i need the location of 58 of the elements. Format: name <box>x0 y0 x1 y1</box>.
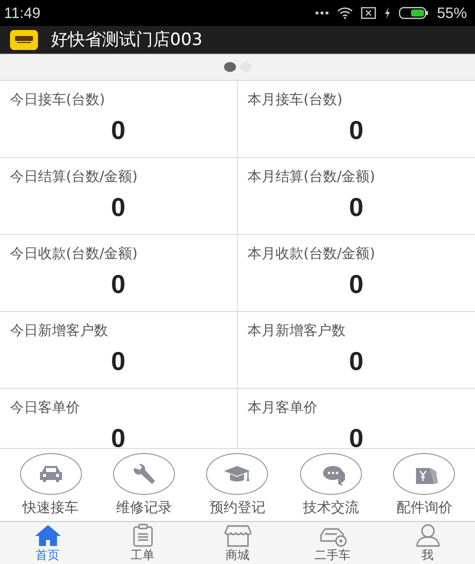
stat-value: 0 <box>348 115 364 146</box>
stat-label: 本月客单价 <box>248 399 318 417</box>
storefront-icon <box>224 522 252 546</box>
stat-label: 本月新增客户数 <box>248 322 346 340</box>
more-dots-icon <box>314 11 329 15</box>
wifi-icon <box>336 7 353 19</box>
stat-value: 0 <box>110 115 126 146</box>
tab-item[interactable]: 商城 <box>202 522 272 564</box>
shortcut-label[interactable]: 技术交流 <box>302 499 359 517</box>
shortcut-button[interactable] <box>393 453 456 495</box>
stat-value: 0 <box>110 192 126 223</box>
stat-label: 本月接车(台数) <box>248 91 344 109</box>
shortcut-button[interactable] <box>113 453 176 495</box>
person-icon <box>414 522 442 546</box>
stat-label: 今日新增客户数 <box>10 322 109 340</box>
house-icon <box>34 522 62 546</box>
shortcut-label[interactable]: 预约登记 <box>209 499 266 517</box>
shortcut-label[interactable]: 快速接车 <box>22 499 79 517</box>
app-title: 好快省测试门店003 <box>51 29 202 51</box>
stat-card[interactable]: 本月客单价 0 <box>238 388 475 448</box>
battery-icon <box>398 7 429 19</box>
shortcut-button[interactable] <box>20 453 82 495</box>
shortcut-label[interactable]: 维修记录 <box>116 499 172 517</box>
stat-label: 今日收款(台数/金额) <box>10 245 139 263</box>
lightning-icon <box>384 7 391 19</box>
logo-mark-icon <box>15 36 33 44</box>
clock-time: 11:49 <box>4 4 40 22</box>
shortcut-button[interactable] <box>206 453 268 495</box>
stat-card[interactable]: 本月结算(台数/金额) 0 <box>238 157 475 234</box>
shortcut-button[interactable] <box>300 453 362 495</box>
stat-card[interactable]: 今日收款(台数/金额) 0 <box>0 234 238 311</box>
stat-label: 今日结算(台数/金额) <box>10 168 139 186</box>
stat-label: 本月收款(台数/金额) <box>248 245 376 263</box>
shortcut-label[interactable]: 配件询价 <box>396 499 452 517</box>
stat-value: 0 <box>110 423 126 448</box>
stat-card[interactable]: 今日接车(台数) 0 <box>0 80 238 157</box>
battery-percent: 55% <box>436 4 467 22</box>
stat-value: 0 <box>348 192 364 223</box>
stat-label: 今日客单价 <box>10 399 81 417</box>
stat-card[interactable]: 本月收款(台数/金额) 0 <box>238 234 475 311</box>
stat-value: 0 <box>110 346 126 377</box>
stat-value: 0 <box>348 346 364 377</box>
stat-card[interactable]: 今日客单价 0 <box>0 388 238 448</box>
stat-card[interactable]: 今日结算(台数/金额) 0 <box>0 157 238 234</box>
tab-item[interactable]: 工单 <box>108 522 178 564</box>
stat-card[interactable]: 今日新增客户数 0 <box>0 311 238 388</box>
stat-value: 0 <box>348 269 364 300</box>
tab-item[interactable]: 首页 <box>12 522 82 564</box>
stat-value: 0 <box>348 423 364 448</box>
stat-value: 0 <box>110 269 126 300</box>
tab-item[interactable]: 我 <box>392 522 462 564</box>
stat-label: 本月结算(台数/金额) <box>248 168 376 186</box>
stat-card[interactable]: 本月接车(台数) 0 <box>238 80 475 157</box>
tab-item[interactable]: 二手车 <box>298 522 368 564</box>
sim-card-icon <box>360 7 376 19</box>
stat-card[interactable]: 本月新增客户数 0 <box>238 311 475 388</box>
stat-label: 今日接车(台数) <box>10 91 106 109</box>
page-indicator-dot[interactable] <box>224 62 236 72</box>
